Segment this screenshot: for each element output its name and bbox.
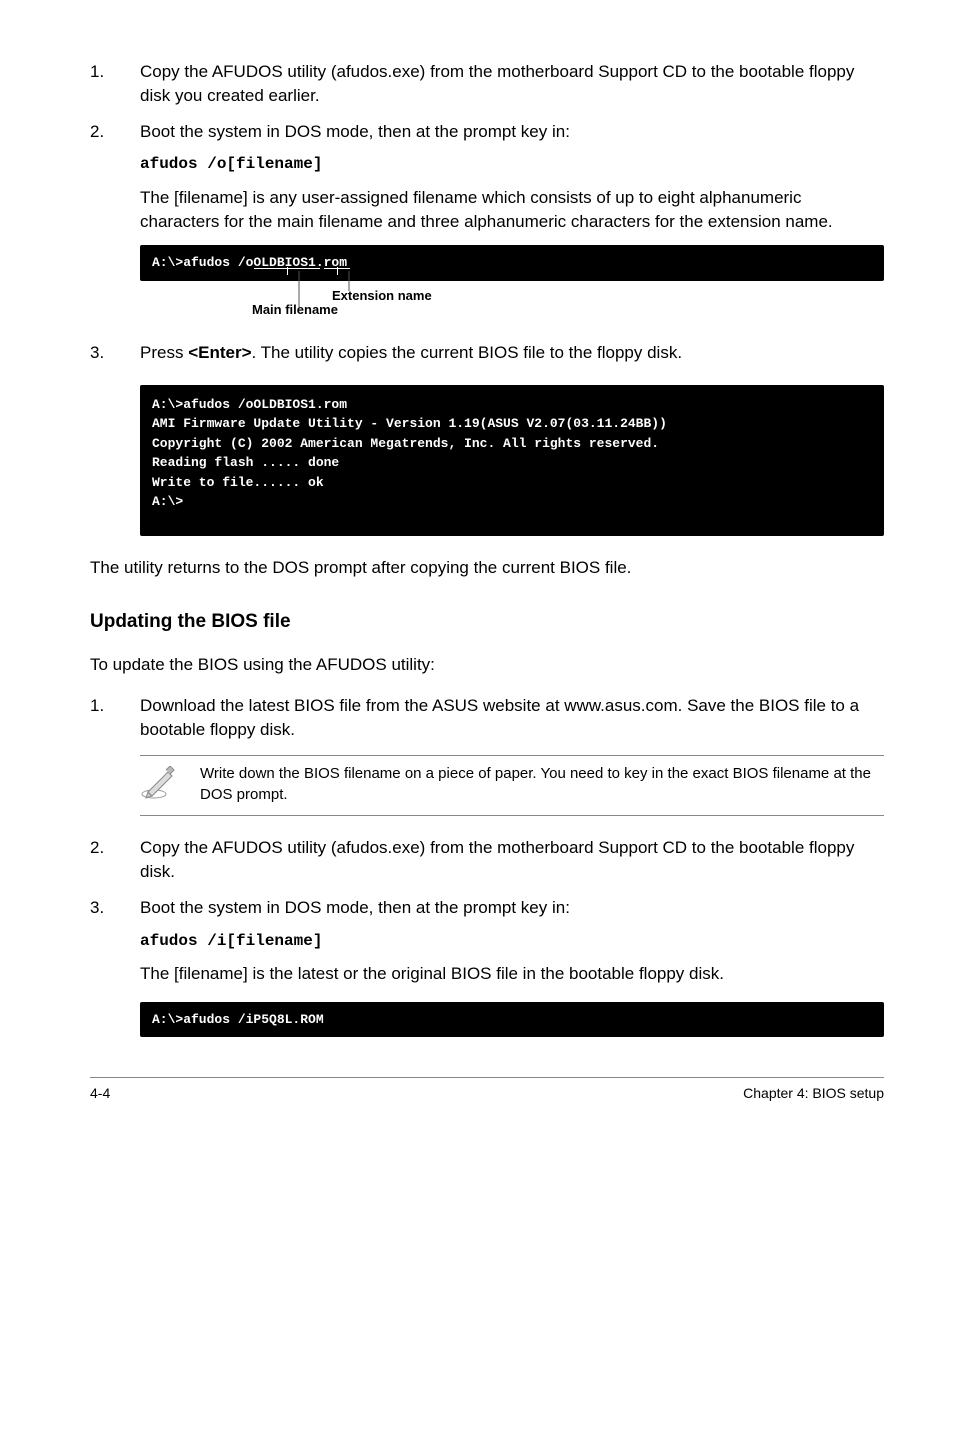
terminal-block-2: A:\>afudos /oOLDBIOS1.rom AMI Firmware U… xyxy=(140,385,884,536)
step-a2: 2. Boot the system in DOS mode, then at … xyxy=(90,120,884,234)
terminal-line: Reading flash ..... done xyxy=(152,453,872,473)
terminal-line: A:\> xyxy=(152,492,872,512)
page-footer: 4-4 Chapter 4: BIOS setup xyxy=(90,1077,884,1104)
steps-list-a: 1. Copy the AFUDOS utility (afudos.exe) … xyxy=(90,60,884,233)
main-filename-label: Main filename xyxy=(252,301,338,319)
terminal-line: AMI Firmware Update Utility - Version 1.… xyxy=(152,414,872,434)
steps-list-b-cont: 2. Copy the AFUDOS utility (afudos.exe) … xyxy=(90,836,884,986)
step-b3: 3. Boot the system in DOS mode, then at … xyxy=(90,896,884,986)
step-a3: 3. Press <Enter>. The utility copies the… xyxy=(90,341,884,365)
section-intro: To update the BIOS using the AFUDOS util… xyxy=(90,653,884,677)
step-text: Boot the system in DOS mode, then at the… xyxy=(140,896,884,920)
note-text: Write down the BIOS filename on a piece … xyxy=(200,764,884,805)
annotation-box: Extension name Main filename xyxy=(140,285,884,321)
step-b2: 2. Copy the AFUDOS utility (afudos.exe) … xyxy=(90,836,884,884)
page-number: 4-4 xyxy=(90,1084,110,1104)
extension-name-label: Extension name xyxy=(332,287,432,305)
terminal-line: A:\>afudos /oOLDBIOS1.rom xyxy=(152,253,872,273)
step-desc: The [filename] is any user-assigned file… xyxy=(140,186,884,234)
terminal-block-1: A:\>afudos /oOLDBIOS1.rom xyxy=(140,245,884,281)
terminal-line: Copyright (C) 2002 American Megatrends, … xyxy=(152,434,872,454)
step-number: 3. xyxy=(90,896,140,986)
terminal-block-3: A:\>afudos /iP5Q8L.ROM xyxy=(140,1002,884,1038)
chapter-label: Chapter 4: BIOS setup xyxy=(743,1084,884,1104)
step-text: Copy the AFUDOS utility (afudos.exe) fro… xyxy=(140,60,884,108)
terminal-line: A:\>afudos /oOLDBIOS1.rom xyxy=(152,395,872,415)
step-number: 2. xyxy=(90,120,140,234)
step-number: 1. xyxy=(90,60,140,108)
pencil-icon xyxy=(140,764,200,807)
steps-list-a-cont: 3. Press <Enter>. The utility copies the… xyxy=(90,341,884,365)
code-command: afudos /i[filename] xyxy=(140,930,884,952)
step-text: Download the latest BIOS file from the A… xyxy=(140,694,884,742)
step-content: Boot the system in DOS mode, then at the… xyxy=(140,896,884,986)
step-text: Copy the AFUDOS utility (afudos.exe) fro… xyxy=(140,836,884,884)
after-terminal-text: The utility returns to the DOS prompt af… xyxy=(90,556,884,580)
step-a1: 1. Copy the AFUDOS utility (afudos.exe) … xyxy=(90,60,884,108)
step-text: Boot the system in DOS mode, then at the… xyxy=(140,120,884,144)
note-box: Write down the BIOS filename on a piece … xyxy=(140,755,884,816)
terminal-line: Write to file...... ok xyxy=(152,473,872,493)
step-number: 3. xyxy=(90,341,140,365)
step-content: Boot the system in DOS mode, then at the… xyxy=(140,120,884,234)
terminal-line: A:\>afudos /iP5Q8L.ROM xyxy=(152,1010,872,1030)
step-number: 2. xyxy=(90,836,140,884)
step-b1: 1. Download the latest BIOS file from th… xyxy=(90,694,884,742)
step-number: 1. xyxy=(90,694,140,742)
step-desc: The [filename] is the latest or the orig… xyxy=(140,962,884,986)
steps-list-b: 1. Download the latest BIOS file from th… xyxy=(90,694,884,742)
tick-ext xyxy=(337,267,338,275)
step-text: Press <Enter>. The utility copies the cu… xyxy=(140,341,884,365)
tick-main xyxy=(287,267,288,275)
section-heading: Updating the BIOS file xyxy=(90,609,884,636)
code-command: afudos /o[filename] xyxy=(140,153,884,175)
